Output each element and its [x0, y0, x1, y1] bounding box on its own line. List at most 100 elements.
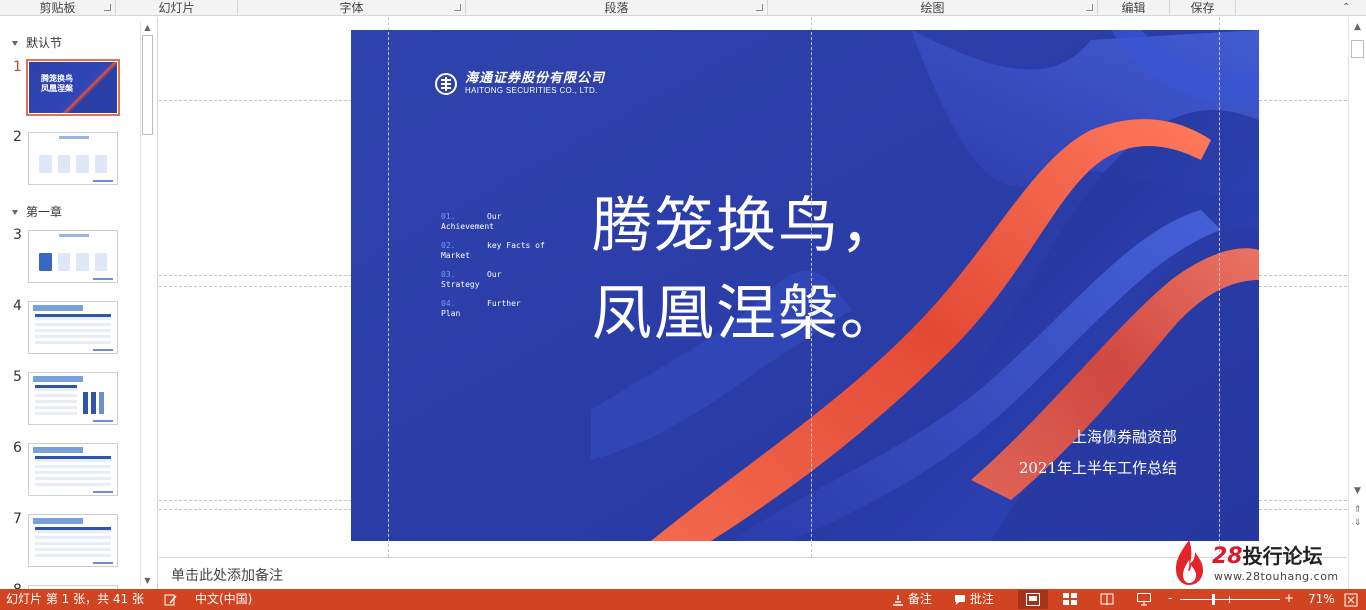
section-collapse-icon[interactable] [12, 210, 18, 215]
agenda-number: 02. [441, 241, 456, 250]
thumbnail-title: 腾笼换鸟 凤凰涅槃 [41, 74, 73, 93]
drawing-guide[interactable] [388, 17, 389, 557]
slide-thumbnail-1[interactable]: 腾笼换鸟 凤凰涅槃 [26, 59, 120, 116]
scrollbar-thumb[interactable] [142, 35, 153, 135]
slide-number: 3 [13, 227, 22, 243]
zoom-slider[interactable] [1180, 599, 1280, 600]
normal-view-button[interactable] [1018, 590, 1048, 609]
slideshow-icon [1137, 593, 1151, 606]
scroll-up-icon[interactable]: ▲ [143, 23, 152, 32]
slide-thumbnail-2[interactable] [28, 132, 118, 185]
reading-view-icon [1100, 593, 1114, 606]
drawing-guide[interactable] [811, 17, 812, 557]
fit-to-window-button[interactable] [1344, 592, 1358, 607]
forum-watermark: 28投行论坛 www.28touhang.com [1172, 538, 1342, 588]
slide-thumbnail-7[interactable] [28, 514, 118, 567]
department-name: 上海债券融资部 [1071, 428, 1177, 446]
collapse-ribbon-icon[interactable]: ⌃ [1342, 3, 1352, 13]
slide-number: 5 [13, 369, 22, 385]
haitong-logo-icon [435, 73, 457, 95]
agenda-list[interactable]: 01. Our Achievement 02. key Facts of Mar… [441, 212, 561, 328]
scroll-down-icon[interactable]: ▼ [1352, 486, 1363, 497]
ribbon-group-slides: 幻灯片 [116, 0, 238, 16]
slide-sorter-button[interactable] [1055, 590, 1085, 609]
thumbnails-scrollbar[interactable]: ▲ ▼ [140, 21, 154, 587]
zoom-in-button[interactable]: + [1284, 591, 1294, 606]
slide-thumbnail-5[interactable] [28, 372, 118, 425]
fit-to-window-icon [1344, 593, 1358, 606]
slide-number: 2 [13, 129, 22, 145]
dialog-launcher-icon[interactable] [104, 4, 111, 11]
agenda-text: Further [487, 299, 521, 308]
ribbon-group-label: 字体 [339, 1, 364, 15]
title-line-1: 腾笼换鸟， [592, 191, 902, 261]
scroll-up-icon[interactable]: ▲ [1352, 22, 1363, 33]
slide-editing-area[interactable]: 海通证券股份有限公司 HAITONG SECURITIES CO., LTD. … [159, 17, 1347, 557]
next-slide-icon[interactable]: ⇓ [1352, 518, 1363, 529]
slide-number: 4 [13, 298, 22, 314]
ribbon-group-drawing: 绘图 [768, 0, 1098, 16]
slide-thumbnails-pane: 默认节 1 腾笼换鸟 凤凰涅槃 2 第一章 3 4 5 6 7 ▲ ▼ [0, 17, 158, 589]
slide-title[interactable]: 腾笼换鸟， 凤凰涅槃。 [592, 182, 902, 358]
section-header-chapter-1[interactable]: 第一章 [12, 203, 62, 221]
slide-thumbnail-6[interactable] [28, 443, 118, 496]
logo-english-name: HAITONG SECURITIES CO., LTD. [465, 86, 598, 95]
ribbon-group-label: 幻灯片 [158, 1, 195, 15]
ribbon-group-label: 段落 [604, 1, 629, 15]
agenda-number: 04. [441, 299, 456, 308]
slide-number: 8 [13, 582, 22, 589]
language-indicator[interactable]: 中文(中国) [195, 592, 252, 607]
report-title: 2021年上半年工作总结 [1018, 459, 1177, 477]
section-collapse-icon[interactable] [12, 41, 18, 46]
scrollbar-thumb[interactable] [1351, 40, 1364, 58]
zoom-out-button[interactable]: - [1168, 591, 1172, 606]
notes-pane[interactable]: 单击此处添加备注 [159, 557, 1347, 589]
status-bar: 幻灯片 第 1 张，共 41 张 中文(中国) 备注 批注 - + 71% [0, 589, 1366, 610]
watermark-title: 28投行论坛 [1212, 544, 1323, 569]
section-header-default[interactable]: 默认节 [12, 34, 62, 52]
ribbon-group-font: 字体 [238, 0, 466, 16]
flame-logo-icon [1176, 540, 1203, 585]
dialog-launcher-icon[interactable] [756, 4, 763, 11]
slide-number: 7 [13, 511, 22, 527]
agenda-text-line2: Achievement [441, 222, 494, 231]
agenda-text: Our [487, 270, 502, 279]
normal-view-icon [1026, 593, 1040, 606]
agenda-item: 04. Further Plan [441, 299, 561, 328]
dialog-launcher-icon[interactable] [454, 4, 461, 11]
watermark-url: www.28touhang.com [1214, 570, 1339, 583]
section-label: 第一章 [26, 205, 63, 219]
scroll-down-icon[interactable]: ▼ [143, 576, 152, 585]
slide-subtitle[interactable]: 上海债券融资部 2021年上半年工作总结 [1019, 422, 1177, 484]
comments-label: 批注 [969, 592, 994, 606]
zoom-slider-handle[interactable] [1212, 594, 1215, 605]
agenda-text: key Facts of [487, 241, 545, 250]
logo-chinese-name: 海通证券股份有限公司 [465, 71, 606, 86]
slide-thumbnail-4[interactable] [28, 301, 118, 354]
agenda-text-line2: Strategy [441, 280, 480, 289]
comments-toggle-button[interactable]: 批注 [954, 592, 994, 607]
agenda-number: 03. [441, 270, 456, 279]
slide-canvas[interactable]: 海通证券股份有限公司 HAITONG SECURITIES CO., LTD. … [351, 30, 1259, 541]
editor-scrollbar[interactable]: ▲ ▼ ⇑ ⇓ [1348, 17, 1366, 589]
slide-thumbnail-3[interactable] [28, 230, 118, 283]
spelling-check-icon[interactable] [164, 592, 178, 607]
slide-number: 6 [13, 440, 22, 456]
zoom-level[interactable]: 71% [1308, 592, 1335, 607]
ribbon-group-label: 保存 [1190, 1, 1215, 15]
ribbon-group-paragraph: 段落 [466, 0, 768, 16]
notes-toggle-button[interactable]: 备注 [892, 592, 932, 607]
agenda-item: 02. key Facts of Market [441, 241, 561, 270]
slideshow-button[interactable] [1129, 590, 1159, 609]
reading-view-button[interactable] [1092, 590, 1122, 609]
drawing-guide[interactable] [1219, 17, 1220, 557]
agenda-item: 03. Our Strategy [441, 270, 561, 299]
dialog-launcher-icon[interactable] [1086, 4, 1093, 11]
previous-slide-icon[interactable]: ⇑ [1352, 505, 1363, 516]
section-label: 默认节 [26, 36, 63, 50]
comment-icon [955, 594, 965, 605]
ribbon-group-editing: 编辑 [1098, 0, 1170, 16]
notes-label: 备注 [907, 592, 932, 606]
notes-placeholder[interactable]: 单击此处添加备注 [171, 565, 283, 585]
ribbon-group-clipboard: 剪贴板 [0, 0, 116, 16]
